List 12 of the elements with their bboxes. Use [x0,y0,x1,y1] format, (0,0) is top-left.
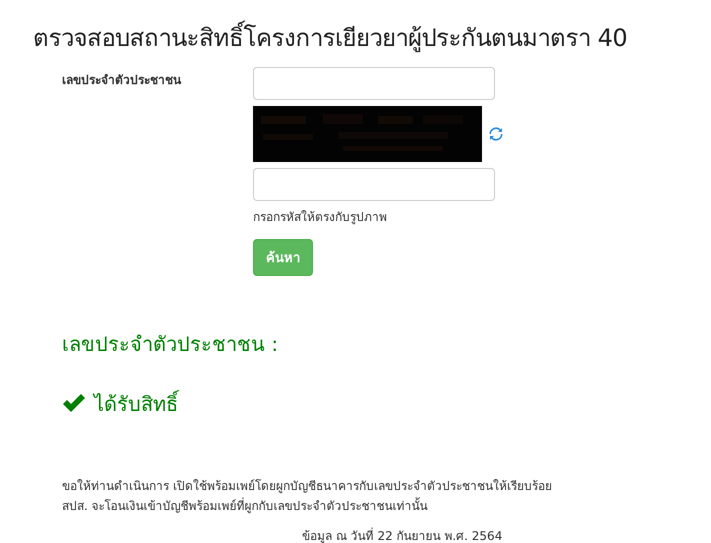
result-heading: เลขประจำตัวประชาชน : [62,331,280,358]
refresh-icon[interactable] [488,126,504,142]
id-input-field[interactable] [253,67,495,100]
data-date: ข้อมูล ณ วันที่ 22 กันยายน พ.ศ. 2564 [301,526,504,543]
captcha-hint: กรอกรหัสให้ตรงกับรูปภาพ [253,209,387,226]
page-title: ตรวจสอบสถานะสิทธิ์โครงการเยียวยาผู้ประกันตนมาตรา 40 [33,18,693,57]
notice-text: ขอให้ท่านดำเนินการ เปิดใช้พร้อมเพย์โดยผูกบัญชีธนาคารกับเลขประจำตัวประชาชนให้เรียบร้อย สปส. จะโอนเงินเข้าบัญชีพร้อมเพย์ที่ผูกกับเลขประจำตัวประชาชนเท่านั้น [62,478,553,516]
captcha-input-field[interactable] [253,168,495,201]
status-text: ได้รับสิทธิ์ [94,389,178,418]
check-icon [62,394,86,414]
search-button[interactable]: ค้นหา [253,239,313,276]
field-label: เลขประจำตัวประชาชน [62,72,182,89]
